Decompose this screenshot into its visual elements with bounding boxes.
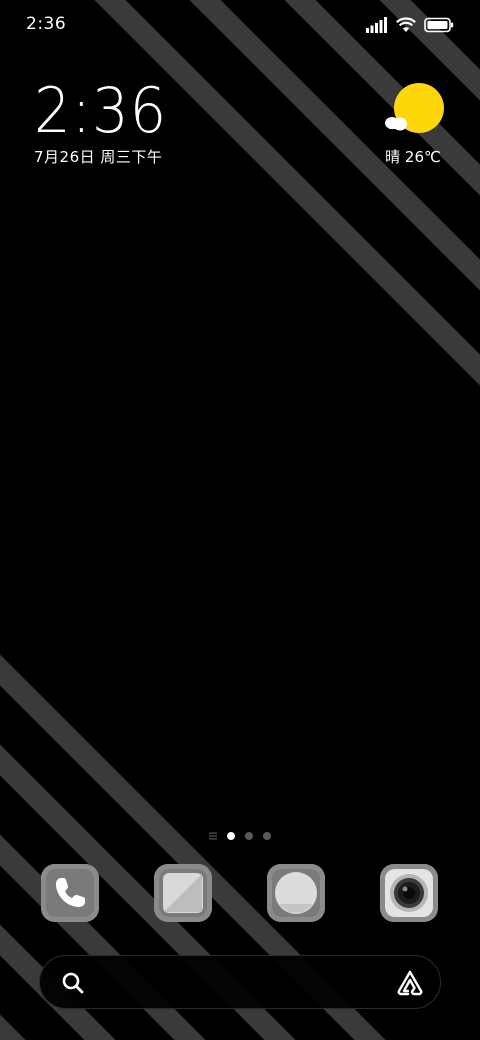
page-dot-2[interactable]: [245, 832, 253, 840]
browser-app[interactable]: [267, 864, 325, 922]
weather-text: 晴 26℃: [385, 148, 441, 166]
messages-app[interactable]: [154, 864, 212, 922]
signal-icon: [366, 17, 387, 33]
status-icons: [366, 14, 454, 36]
page-dot-3[interactable]: [263, 832, 271, 840]
battery-icon: [424, 17, 454, 33]
browser-icon: [267, 864, 325, 922]
search-icon[interactable]: [60, 970, 86, 996]
search-bar[interactable]: [39, 955, 441, 1009]
clock-widget[interactable]: 2:36 7月26日 周三下午: [34, 78, 274, 167]
status-bar: 2:36: [0, 0, 480, 50]
phone-icon: [41, 864, 99, 922]
page-dot-1[interactable]: [227, 832, 235, 840]
status-time: 2:36: [26, 14, 67, 34]
sunny-cloud-icon: [380, 82, 446, 138]
messages-icon: [154, 864, 212, 922]
phone-app[interactable]: [41, 864, 99, 922]
wifi-icon: [396, 17, 416, 32]
dock: [0, 864, 480, 924]
camera-icon: [380, 864, 438, 922]
app-list-icon[interactable]: [209, 832, 217, 840]
assistant-icon[interactable]: [396, 969, 424, 997]
clock-date: 7月26日 周三下午: [34, 148, 163, 166]
weather-widget[interactable]: 晴 26℃: [380, 82, 446, 167]
page-indicator[interactable]: [0, 828, 480, 844]
clock-time: 2:36: [34, 74, 168, 147]
camera-app[interactable]: [380, 864, 438, 922]
